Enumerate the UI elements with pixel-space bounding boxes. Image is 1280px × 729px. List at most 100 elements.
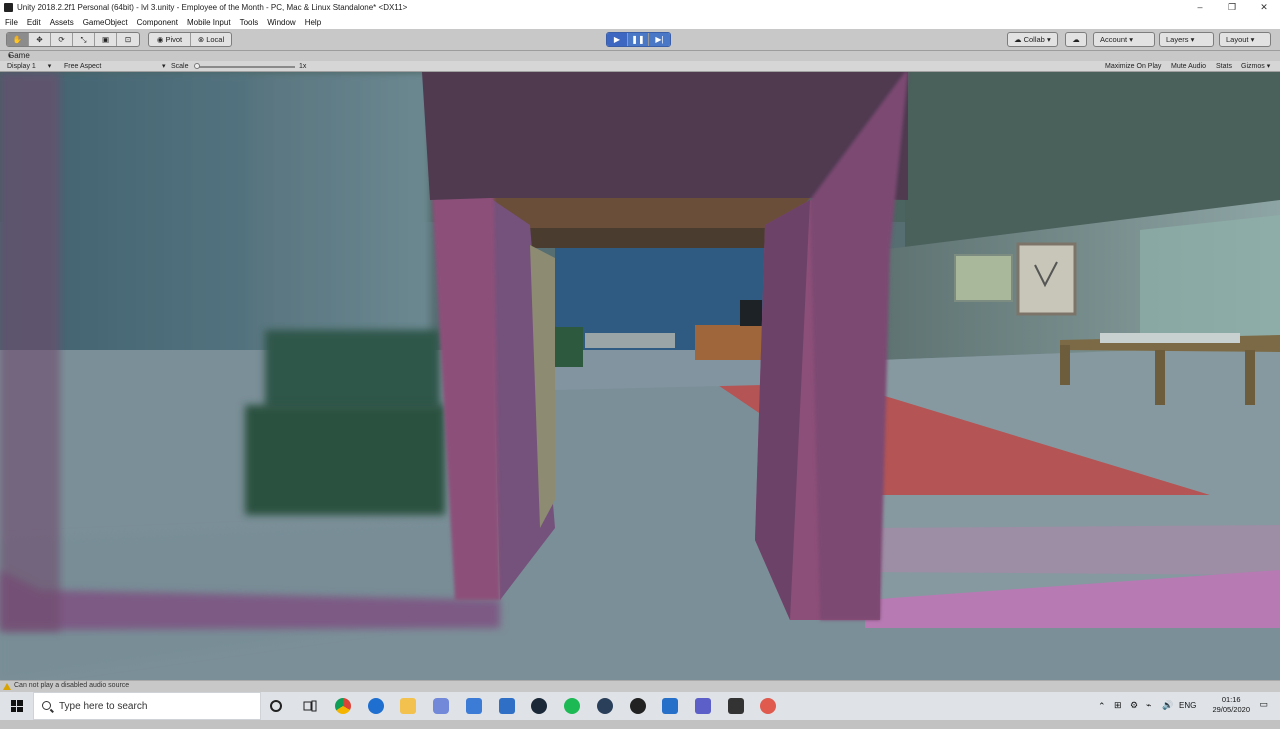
console-status-bar[interactable]: Can not play a disabled audio source [0,680,1280,692]
tray-chevron-up-icon[interactable]: ⌃ [1098,701,1106,729]
rect-tool-icon[interactable]: ▣ [95,33,117,46]
task-view-icon[interactable] [302,698,318,714]
account-dropdown[interactable]: Account ▾ [1093,32,1155,47]
chevron-down-icon: ▾ [47,63,52,70]
wall-painting [954,254,1013,302]
start-button[interactable] [0,692,33,720]
language-indicator[interactable]: ENG [1179,701,1196,729]
game-scene [0,72,1280,680]
maximize-on-play-toggle[interactable]: Maximize On Play [1105,61,1161,72]
scale-value: 1x [299,63,307,70]
edge-icon[interactable] [368,698,384,714]
notifications-icon[interactable]: ▭ [1259,699,1268,727]
discord-icon[interactable] [433,698,449,714]
scale-tool-icon[interactable]: ⤡ [73,33,95,46]
minimize-button[interactable]: – [1184,0,1216,15]
store-icon[interactable] [466,698,482,714]
cloud-icon: ☁ [1072,35,1080,44]
aspect-chevron-icon: ▾ [162,63,166,70]
chrome-icon[interactable] [335,698,351,714]
file-explorer-icon[interactable] [400,698,416,714]
pivot-button[interactable]: ◉ Pivot [149,33,191,46]
wifi-icon[interactable]: ⌁ [1146,700,1151,728]
menu-file[interactable]: File [5,18,18,27]
green-couch-back [265,330,440,410]
menu-component[interactable]: Component [137,18,178,27]
window-titlebar: Unity 2018.2.2f1 Personal (64bit) - lvl … [0,0,1280,15]
xbox-icon[interactable] [630,698,646,714]
back-shelf [585,333,675,348]
volume-icon[interactable]: 🔊 [1162,700,1173,728]
chevron-down-icon: ▾ [1250,35,1255,44]
wall-clock [1016,242,1077,316]
cloud-button[interactable]: ☁ [1065,32,1087,47]
play-icon[interactable]: ▶ [607,33,628,46]
main-toolbar: ✋ ✥ ⟳ ⤡ ▣ ⊡ ◉ Pivot ⊗ Local ▶ ❚❚ ▶| ☁ Co… [0,29,1280,51]
warning-icon [3,683,11,690]
windows-logo-icon [10,700,23,712]
back-monitor [740,300,762,326]
move-tool-icon[interactable]: ✥ [29,33,51,46]
app-red-icon[interactable] [760,698,776,714]
window-title: Unity 2018.2.2f1 Personal (64bit) - lvl … [17,3,408,12]
collab-button[interactable]: ☁ Collab ▾ [1007,32,1058,47]
table-leg [1155,350,1165,405]
taskbar-clock[interactable]: 01:16 29/05/2020 [1212,695,1250,715]
menu-window[interactable]: Window [267,18,295,27]
menu-assets[interactable]: Assets [50,18,74,27]
restore-button[interactable]: ❐ [1216,0,1248,15]
right-low-wall [875,525,1280,575]
layout-dropdown[interactable]: Layout ▾ [1219,32,1271,47]
menu-help[interactable]: Help [305,18,321,27]
game-view-toolbar: Display 1 ▾ Free Aspect ▾ Scale 1x Maxim… [0,61,1280,72]
transform-tools: ✋ ✥ ⟳ ⤡ ▣ ⊡ [6,32,140,47]
network-tray-icon[interactable]: ⊞ [1114,700,1122,728]
local-button[interactable]: ⊗ Local [191,33,231,46]
door-lintel-inner [530,228,766,248]
steam-icon[interactable] [531,698,547,714]
step-icon[interactable]: ▶| [649,33,670,46]
scale-slider-handle[interactable] [194,63,200,69]
aspect-dropdown[interactable]: Free Aspect [64,61,101,72]
scale-slider-track[interactable] [195,66,295,68]
cloud-collab-icon: ☁ [1014,35,1022,44]
menu-bar: File Edit Assets GameObject Component Mo… [0,15,1280,29]
chevron-down-icon: ▾ [1129,35,1133,44]
mute-audio-toggle[interactable]: Mute Audio [1171,61,1206,72]
layers-dropdown[interactable]: Layers ▾ [1159,32,1214,47]
gizmos-dropdown[interactable]: Gizmos ▾ [1241,61,1270,72]
pause-icon[interactable]: ❚❚ [628,33,649,46]
chevron-down-icon: ▾ [1190,35,1195,44]
rotate-tool-icon[interactable]: ⟳ [51,33,73,46]
stats-toggle[interactable]: Stats [1216,61,1232,72]
menu-tools[interactable]: Tools [240,18,259,27]
spotify-icon[interactable] [564,698,580,714]
tray-app-icon[interactable]: ⚙ [1130,700,1138,728]
game-viewport[interactable] [0,72,1280,680]
hand-tool-icon[interactable]: ✋ [7,33,29,46]
table-leg [1245,350,1255,405]
cortana-icon[interactable] [270,700,282,712]
clock-date: 29/05/2020 [1212,705,1250,714]
app-window-icon[interactable] [662,698,678,714]
mail-icon[interactable] [499,698,515,714]
unity-logo-icon [4,3,13,12]
status-message: Can not play a disabled audio source [14,682,130,689]
windows-taskbar: Type here to search ⌃ ⊞ ⚙ ⌁ 🔊 ENG 01:16 … [0,692,1280,720]
display-dropdown[interactable]: Display 1 ▾ [7,61,51,72]
close-button[interactable]: ✕ [1248,0,1280,15]
pivot-local-group: ◉ Pivot ⊗ Local [148,32,232,47]
table-items [1100,333,1240,343]
menu-mobile-input[interactable]: Mobile Input [187,18,231,27]
menu-gameobject[interactable]: GameObject [83,18,128,27]
local-icon: ⊗ [197,35,207,44]
app-icon[interactable] [597,698,613,714]
left-pink-strip [0,72,60,632]
transform-tool-icon[interactable]: ⊡ [117,33,139,46]
taskbar-search-box[interactable]: Type here to search [33,692,261,720]
right-window [1140,215,1280,345]
menu-edit[interactable]: Edit [27,18,41,27]
teams-icon[interactable] [695,698,711,714]
unity-taskbar-icon[interactable] [728,698,744,714]
search-placeholder: Type here to search [59,701,148,712]
